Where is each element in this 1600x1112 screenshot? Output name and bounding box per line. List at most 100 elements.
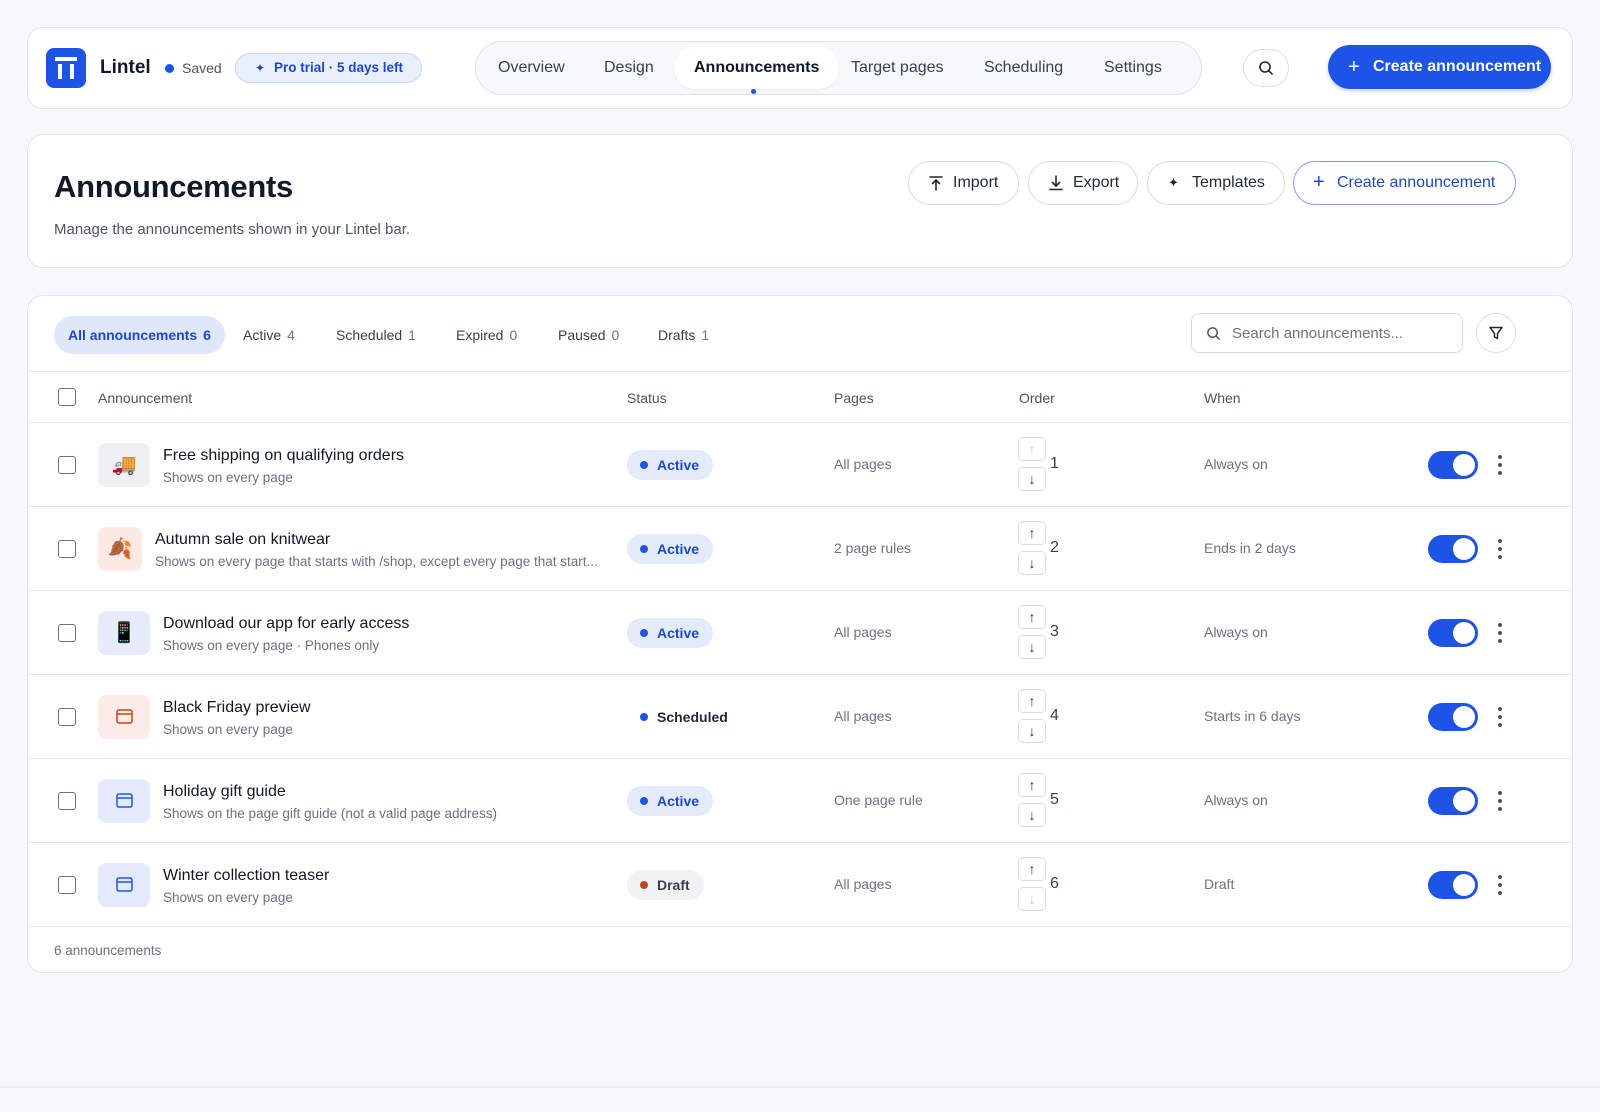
window-icon	[98, 863, 150, 907]
lintel-logo-icon[interactable]	[46, 48, 86, 88]
enabled-toggle[interactable]	[1428, 535, 1478, 563]
status-label: Scheduled	[657, 709, 728, 725]
status-label: Active	[657, 793, 700, 809]
filter-expired[interactable]: Expired 0	[442, 316, 531, 354]
move-down-button[interactable]: ↓	[1018, 551, 1046, 575]
export-button[interactable]: Export	[1028, 161, 1138, 205]
order-value: 4	[1050, 707, 1059, 724]
global-search-button[interactable]	[1243, 49, 1289, 87]
funnel-icon	[1489, 326, 1503, 340]
brand-name: Lintel	[100, 57, 151, 78]
order-value: 1	[1050, 455, 1059, 472]
announcement-subtitle: Shows on every page that starts with /sh…	[155, 554, 598, 569]
move-up-button[interactable]: ↑	[1018, 857, 1046, 881]
toggle-knob	[1453, 622, 1475, 644]
announcement-title[interactable]: Winter collection teaser	[163, 867, 329, 885]
announcement-title[interactable]: Autumn sale on knitwear	[155, 531, 330, 549]
filter-label: Drafts	[658, 327, 696, 343]
table-row[interactable]: 📱 Download our app for early access Show…	[28, 591, 1572, 675]
pages-value: 2 page rules	[834, 540, 912, 556]
tab-overview[interactable]: Overview	[478, 47, 585, 89]
table-row[interactable]: Holiday gift guide Shows on the page gif…	[28, 759, 1572, 843]
pages-value: All pages	[834, 456, 892, 472]
status-badge: Draft	[627, 870, 704, 900]
move-down-button[interactable]: ↓	[1018, 635, 1046, 659]
more-options-icon[interactable]	[1490, 619, 1510, 647]
filter-drafts[interactable]: Drafts 1	[644, 316, 723, 354]
more-options-icon[interactable]	[1490, 535, 1510, 563]
row-checkbox[interactable]	[58, 708, 76, 726]
status-badge: Scheduled	[627, 702, 742, 732]
move-up-button[interactable]: ↑	[1018, 521, 1046, 545]
move-down-button[interactable]: ↓	[1018, 467, 1046, 491]
tab-design[interactable]: Design	[584, 47, 674, 89]
leaf-emoji-icon: 🍂	[98, 527, 142, 571]
order-value: 3	[1050, 623, 1059, 640]
more-options-icon[interactable]	[1490, 703, 1510, 731]
table-row[interactable]: 🚚 Free shipping on qualifying orders Sho…	[28, 423, 1572, 507]
announcement-subtitle: Shows on every page	[163, 890, 293, 905]
status-label: Active	[657, 457, 700, 473]
more-options-icon[interactable]	[1490, 451, 1510, 479]
enabled-toggle[interactable]	[1428, 451, 1478, 479]
enabled-toggle[interactable]	[1428, 871, 1478, 899]
filter-active[interactable]: Active 4	[229, 316, 309, 354]
announcement-subtitle: Shows on every page · Phones only	[163, 638, 380, 653]
move-down-button[interactable]: ↓	[1018, 719, 1046, 743]
tab-settings[interactable]: Settings	[1084, 47, 1182, 89]
row-checkbox[interactable]	[58, 456, 76, 474]
enabled-toggle[interactable]	[1428, 787, 1478, 815]
move-up-button[interactable]: ↑	[1018, 605, 1046, 629]
status-dot	[640, 713, 648, 721]
filter-all[interactable]: All announcements 6	[54, 316, 225, 354]
sparkle-icon: ✦	[1168, 175, 1179, 190]
move-up-button[interactable]: ↑	[1018, 437, 1046, 461]
search-input[interactable]	[1232, 314, 1457, 352]
order-value: 6	[1050, 875, 1059, 892]
announcement-title[interactable]: Free shipping on qualifying orders	[163, 447, 404, 465]
import-label: Import	[953, 174, 999, 191]
create-announcement-secondary-button[interactable]: + Create announcement	[1293, 161, 1516, 205]
table-row[interactable]: Black Friday preview Shows on every page…	[28, 675, 1572, 759]
tab-target-pages[interactable]: Target pages	[831, 47, 964, 89]
row-checkbox[interactable]	[58, 792, 76, 810]
announcement-title[interactable]: Download our app for early access	[163, 615, 409, 633]
row-checkbox[interactable]	[58, 876, 76, 894]
move-up-button[interactable]: ↑	[1018, 773, 1046, 797]
announcement-title[interactable]: Black Friday preview	[163, 699, 311, 717]
filter-button[interactable]	[1476, 313, 1516, 353]
select-all-checkbox[interactable]	[58, 388, 76, 406]
order-value: 5	[1050, 791, 1059, 808]
when-value: Always on	[1204, 456, 1268, 472]
toggle-knob	[1453, 538, 1475, 560]
tab-scheduling[interactable]: Scheduling	[964, 47, 1083, 89]
enabled-toggle[interactable]	[1428, 703, 1478, 731]
pro-trial-badge[interactable]: ✦ Pro trial · 5 days left	[235, 53, 423, 83]
move-down-button[interactable]: ↓	[1018, 887, 1046, 911]
more-options-icon[interactable]	[1490, 787, 1510, 815]
pages-value: One page rule	[834, 792, 923, 808]
pages-value: All pages	[834, 624, 892, 640]
pages-value: All pages	[834, 708, 892, 724]
create-announcement-label: Create announcement	[1373, 58, 1542, 75]
tab-announcements[interactable]: Announcements	[674, 47, 840, 89]
table-row[interactable]: 🍂 Autumn sale on knitwear Shows on every…	[28, 507, 1572, 591]
filter-scheduled[interactable]: Scheduled 1	[322, 316, 430, 354]
row-checkbox[interactable]	[58, 624, 76, 642]
more-options-icon[interactable]	[1490, 871, 1510, 899]
filter-count: 1	[408, 327, 416, 343]
enabled-toggle[interactable]	[1428, 619, 1478, 647]
page-subtitle: Manage the announcements shown in your L…	[54, 221, 411, 238]
create-announcement-button[interactable]: + Create announcement	[1328, 45, 1551, 89]
announcement-title[interactable]: Holiday gift guide	[163, 783, 286, 801]
move-down-button[interactable]: ↓	[1018, 803, 1046, 827]
import-button[interactable]: Import	[908, 161, 1019, 205]
status-dot	[640, 797, 648, 805]
move-up-button[interactable]: ↑	[1018, 689, 1046, 713]
templates-button[interactable]: ✦ Templates	[1147, 161, 1285, 205]
search-announcements	[1191, 313, 1463, 353]
row-checkbox[interactable]	[58, 540, 76, 558]
table-row[interactable]: Winter collection teaser Shows on every …	[28, 843, 1572, 927]
filter-paused[interactable]: Paused 0	[544, 316, 633, 354]
status-label: Active	[657, 625, 700, 641]
